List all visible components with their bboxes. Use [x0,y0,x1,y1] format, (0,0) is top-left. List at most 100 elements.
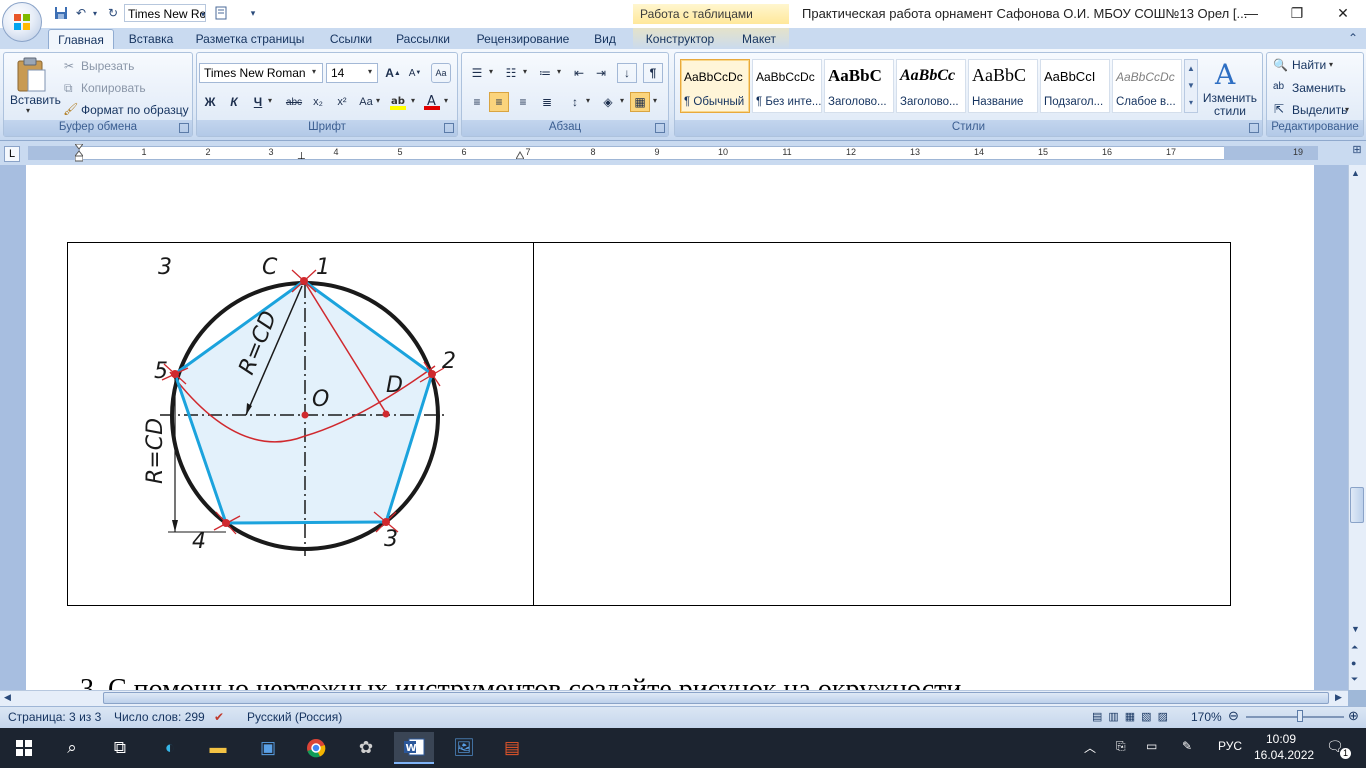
close-button[interactable]: ✕ [1320,0,1366,26]
tab-selector[interactable]: L [4,146,20,162]
scroll-left-icon[interactable]: ◀ [4,692,11,703]
bullets-icon[interactable]: ☰ [467,63,487,83]
select-dropdown-icon[interactable]: ▾ [1345,105,1349,114]
find-dropdown-icon[interactable]: ▾ [1329,60,1333,69]
chrome-icon[interactable] [296,732,336,764]
store-icon[interactable]: ▣ [248,732,288,764]
align-center-icon[interactable]: ≡ [489,92,509,112]
highlight-dropdown-icon[interactable]: ▾ [411,96,415,105]
horizontal-scroll-thumb[interactable] [103,692,1329,704]
zoom-slider-thumb[interactable] [1297,710,1303,722]
style-subtle-emphasis[interactable]: AaBbCcDc Слабое в... [1112,59,1182,113]
vertical-scrollbar[interactable] [1348,165,1366,690]
tab-layout[interactable]: Макет [734,29,784,50]
word-taskbar-icon[interactable]: W [394,732,434,764]
styles-scroll-icon[interactable]: ▲ ▼ ▾ [1184,59,1198,113]
font-name-dropdown-icon[interactable]: ▾ [312,67,316,76]
bold-button[interactable]: Ж [200,92,220,112]
document-view-icon[interactable] [212,4,230,22]
view-ruler-icon[interactable]: ⊞ [1350,143,1364,163]
change-styles-icon[interactable]: A [1212,58,1246,91]
status-word-count[interactable]: Число слов: 299 [114,710,205,724]
prev-page-icon[interactable]: ⏶ [1351,642,1358,653]
battery-icon[interactable]: ▭ [1146,739,1157,753]
customize-qat-icon[interactable]: ▾ [244,4,262,22]
paste-icon[interactable] [14,56,48,94]
tray-device-icon[interactable]: ⎘ [1116,739,1126,754]
borders-dropdown-icon[interactable]: ▾ [653,96,657,105]
style-heading-1[interactable]: AaBbC Заголово... [824,59,894,113]
align-right-icon[interactable]: ≡ [513,92,533,112]
help-icon[interactable]: ⌃ [1348,31,1358,45]
powerpoint-icon[interactable]: ▤ [492,732,532,764]
browse-object-icon[interactable]: ● [1351,658,1356,668]
italic-button[interactable]: К [224,92,244,112]
minimize-button[interactable]: — [1228,0,1274,26]
find-button[interactable]: Найти [1292,58,1326,72]
save-icon[interactable] [52,4,70,22]
tab-mailings[interactable]: Рассылки [390,29,456,50]
horizontal-ruler[interactable] [28,146,1318,160]
font-color-dropdown-icon[interactable]: ▾ [444,96,448,105]
ruler-indent-marker-icon[interactable] [73,143,85,162]
paragraph-launcher-icon[interactable] [655,123,665,133]
file-explorer-icon[interactable]: ▬ [198,732,238,764]
bullets-dropdown-icon[interactable]: ▾ [489,67,493,76]
copy-button[interactable]: Копировать [81,81,146,95]
sort-icon[interactable]: ↓ [617,63,637,83]
maximize-button[interactable]: ❐ [1274,0,1320,26]
photos-icon[interactable]: 🖼 [444,732,484,764]
windows-start-icon[interactable] [4,732,44,764]
strikethrough-button[interactable]: abc [282,92,306,112]
ruler-tab-stop-icon[interactable]: ⊥ [297,151,306,162]
paste-dropdown-icon[interactable]: ▾ [26,106,30,115]
status-language[interactable]: Русский (Россия) [247,710,342,724]
search-icon[interactable]: ⌕ [52,732,92,764]
zoom-in-icon[interactable]: ⊕ [1348,708,1359,724]
numbering-icon[interactable]: ☷ [501,63,521,83]
style-title[interactable]: AaBbC Название [968,59,1038,113]
clipboard-launcher-icon[interactable] [179,123,189,133]
line-spacing-icon[interactable]: ↕ [565,92,585,112]
undo-icon[interactable]: ↶ [72,4,90,22]
grow-font-icon[interactable]: A ▲ [383,63,403,83]
style-no-spacing[interactable]: AaBbCcDc ¶ Без инте... [752,59,822,113]
media-player-icon[interactable]: ✿ [346,732,386,764]
view-mode-icons[interactable]: ▤▥▦▧▨ [1092,710,1174,723]
vertical-scroll-thumb[interactable] [1350,487,1364,523]
clock-date[interactable]: 16.04.2022 [1254,748,1314,762]
scroll-right-icon[interactable]: ▶ [1335,692,1342,703]
tab-review[interactable]: Рецензирование [468,29,578,50]
font-color-icon[interactable]: A [422,92,442,112]
paste-button[interactable]: Вставить [10,93,61,107]
pen-icon[interactable]: ✎ [1182,739,1192,753]
font-size-dropdown-icon[interactable]: ▾ [368,67,372,76]
office-button[interactable] [2,2,42,42]
zoom-out-icon[interactable]: ⊖ [1228,708,1239,724]
line-spacing-dropdown-icon[interactable]: ▾ [586,96,590,105]
style-subtitle[interactable]: AaBbCcI Подзагол... [1040,59,1110,113]
spellcheck-icon[interactable]: ✔ [214,710,224,724]
multilevel-list-icon[interactable]: ≔ [535,63,555,83]
shading-icon[interactable]: ◈ [598,92,618,112]
underline-dropdown-icon[interactable]: ▾ [268,96,272,105]
clear-formatting-icon[interactable]: Aa [431,63,451,83]
tab-home[interactable]: Главная [48,29,114,50]
table-cell-empty[interactable] [533,242,1231,606]
style-normal[interactable]: AaBbCcDc ¶ Обычный [680,59,750,113]
edge-icon[interactable]: ◐ [150,732,190,764]
scroll-up-icon[interactable]: ▲ [1351,168,1360,178]
superscript-button[interactable]: x² [332,92,352,112]
shading-dropdown-icon[interactable]: ▾ [620,96,624,105]
undo-dropdown-icon[interactable]: ▾ [90,4,100,22]
multilevel-dropdown-icon[interactable]: ▾ [557,67,561,76]
tab-design[interactable]: Конструктор [638,29,722,50]
tab-view[interactable]: Вид [588,29,622,50]
numbering-dropdown-icon[interactable]: ▾ [523,67,527,76]
change-case-button[interactable]: Aa [356,92,376,112]
clock-time[interactable]: 10:09 [1266,732,1296,746]
tab-insert[interactable]: Вставка [122,29,180,50]
format-painter-button[interactable]: Формат по образцу [81,103,189,117]
scroll-down-icon[interactable]: ▼ [1351,624,1360,634]
redo-icon[interactable]: ↻ [104,4,122,22]
